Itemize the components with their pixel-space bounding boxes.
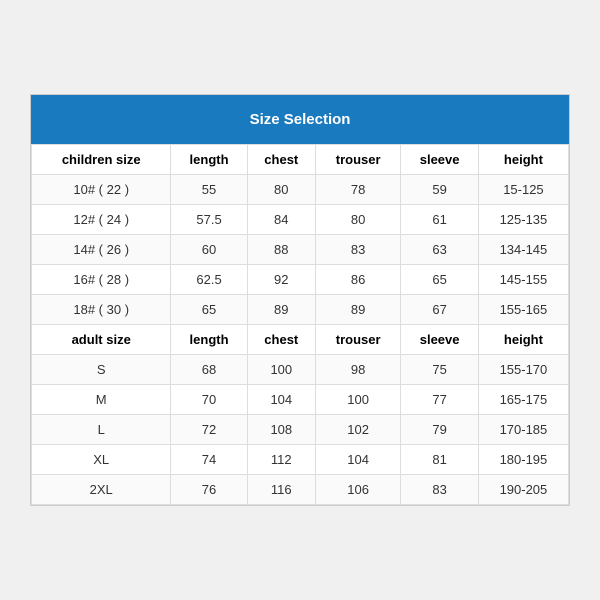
size-cell: L	[32, 415, 171, 445]
size-cell: 16# ( 28 )	[32, 265, 171, 295]
height-cell: 170-185	[478, 415, 568, 445]
adult-sleeve-header: sleeve	[401, 325, 478, 355]
length-cell: 57.5	[171, 205, 247, 235]
chest-cell: 92	[247, 265, 315, 295]
adult-size-header: adult size	[32, 325, 171, 355]
length-cell: 55	[171, 175, 247, 205]
height-cell: 155-170	[478, 355, 568, 385]
children-chest-header: chest	[247, 145, 315, 175]
table-row: 2XL 76 116 106 83 190-205	[32, 475, 569, 505]
sleeve-cell: 75	[401, 355, 478, 385]
size-cell: M	[32, 385, 171, 415]
height-cell: 145-155	[478, 265, 568, 295]
size-cell: 14# ( 26 )	[32, 235, 171, 265]
trouser-cell: 100	[315, 385, 400, 415]
trouser-cell: 106	[315, 475, 400, 505]
length-cell: 60	[171, 235, 247, 265]
sleeve-cell: 79	[401, 415, 478, 445]
length-cell: 68	[171, 355, 247, 385]
length-cell: 70	[171, 385, 247, 415]
sleeve-cell: 83	[401, 475, 478, 505]
chest-cell: 80	[247, 175, 315, 205]
children-sleeve-header: sleeve	[401, 145, 478, 175]
size-cell: 12# ( 24 )	[32, 205, 171, 235]
size-table: children size length chest trouser sleev…	[31, 144, 569, 505]
height-cell: 155-165	[478, 295, 568, 325]
trouser-cell: 86	[315, 265, 400, 295]
size-chart: Size Selection children size length ches…	[30, 94, 570, 506]
chest-cell: 112	[247, 445, 315, 475]
children-length-header: length	[171, 145, 247, 175]
height-cell: 190-205	[478, 475, 568, 505]
chest-cell: 104	[247, 385, 315, 415]
trouser-cell: 78	[315, 175, 400, 205]
trouser-cell: 102	[315, 415, 400, 445]
table-row: S 68 100 98 75 155-170	[32, 355, 569, 385]
sleeve-cell: 77	[401, 385, 478, 415]
sleeve-cell: 59	[401, 175, 478, 205]
children-header-row: children size length chest trouser sleev…	[32, 145, 569, 175]
children-size-header: children size	[32, 145, 171, 175]
table-row: 14# ( 26 ) 60 88 83 63 134-145	[32, 235, 569, 265]
size-cell: 2XL	[32, 475, 171, 505]
trouser-cell: 104	[315, 445, 400, 475]
children-trouser-header: trouser	[315, 145, 400, 175]
adult-chest-header: chest	[247, 325, 315, 355]
size-cell: S	[32, 355, 171, 385]
table-row: 12# ( 24 ) 57.5 84 80 61 125-135	[32, 205, 569, 235]
table-row: L 72 108 102 79 170-185	[32, 415, 569, 445]
height-cell: 165-175	[478, 385, 568, 415]
size-cell: XL	[32, 445, 171, 475]
table-row: XL 74 112 104 81 180-195	[32, 445, 569, 475]
children-height-header: height	[478, 145, 568, 175]
height-cell: 134-145	[478, 235, 568, 265]
trouser-cell: 83	[315, 235, 400, 265]
chest-cell: 108	[247, 415, 315, 445]
sleeve-cell: 63	[401, 235, 478, 265]
length-cell: 74	[171, 445, 247, 475]
chest-cell: 84	[247, 205, 315, 235]
chest-cell: 89	[247, 295, 315, 325]
adult-trouser-header: trouser	[315, 325, 400, 355]
chest-cell: 88	[247, 235, 315, 265]
table-row: 10# ( 22 ) 55 80 78 59 15-125	[32, 175, 569, 205]
height-cell: 125-135	[478, 205, 568, 235]
length-cell: 76	[171, 475, 247, 505]
sleeve-cell: 81	[401, 445, 478, 475]
table-row: 16# ( 28 ) 62.5 92 86 65 145-155	[32, 265, 569, 295]
chart-title: Size Selection	[31, 95, 569, 144]
trouser-cell: 98	[315, 355, 400, 385]
sleeve-cell: 65	[401, 265, 478, 295]
chest-cell: 116	[247, 475, 315, 505]
adult-height-header: height	[478, 325, 568, 355]
table-row: M 70 104 100 77 165-175	[32, 385, 569, 415]
height-cell: 15-125	[478, 175, 568, 205]
trouser-cell: 89	[315, 295, 400, 325]
length-cell: 72	[171, 415, 247, 445]
length-cell: 65	[171, 295, 247, 325]
length-cell: 62.5	[171, 265, 247, 295]
trouser-cell: 80	[315, 205, 400, 235]
adult-header-row: adult size length chest trouser sleeve h…	[32, 325, 569, 355]
sleeve-cell: 61	[401, 205, 478, 235]
table-row: 18# ( 30 ) 65 89 89 67 155-165	[32, 295, 569, 325]
chest-cell: 100	[247, 355, 315, 385]
height-cell: 180-195	[478, 445, 568, 475]
size-cell: 10# ( 22 )	[32, 175, 171, 205]
sleeve-cell: 67	[401, 295, 478, 325]
size-cell: 18# ( 30 )	[32, 295, 171, 325]
adult-length-header: length	[171, 325, 247, 355]
